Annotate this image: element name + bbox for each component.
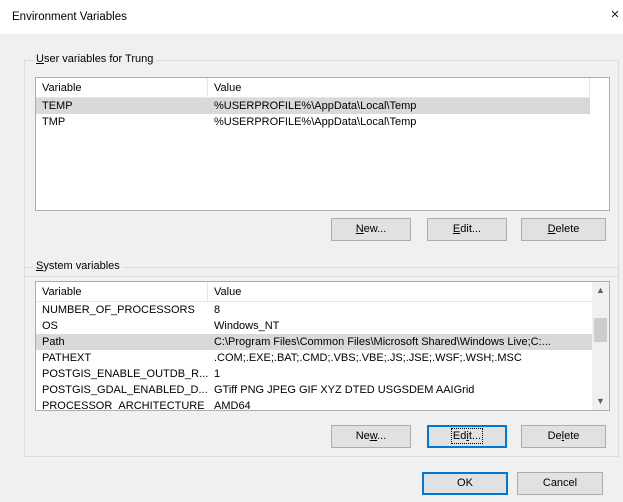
close-icon[interactable]: × (607, 6, 623, 24)
system-new-button[interactable]: New... (331, 425, 411, 448)
column-divider[interactable] (207, 282, 208, 302)
user-new-button[interactable]: New... (331, 218, 411, 241)
system-variables-group: System variables Variable Value NUMBER_O… (24, 260, 619, 457)
variable-value: 1 (214, 368, 221, 380)
cancel-button[interactable]: Cancel (517, 472, 603, 495)
variable-name: PROCESSOR_ARCHITECTURE (42, 400, 205, 411)
variable-name: PATHEXT (42, 352, 92, 364)
scroll-down-icon[interactable]: ▼ (592, 393, 609, 410)
list-row[interactable]: TMP %USERPROFILE%\AppData\Local\Temp (36, 114, 590, 130)
variable-name: NUMBER_OF_PROCESSORS (42, 304, 195, 316)
system-variables-list[interactable]: Variable Value NUMBER_OF_PROCESSORS 8 OS… (35, 281, 610, 411)
system-variables-label: System variables (33, 260, 123, 272)
column-divider[interactable] (207, 78, 208, 98)
window-title: Environment Variables (12, 11, 127, 23)
scroll-up-icon[interactable]: ▲ (592, 282, 609, 299)
scrollbar-thumb[interactable] (594, 318, 607, 342)
variable-value: .COM;.EXE;.BAT;.CMD;.VBS;.VBE;.JS;.JSE;.… (214, 352, 522, 364)
variable-name: POSTGIS_GDAL_ENABLED_D... (42, 384, 208, 396)
variable-name: TMP (42, 116, 66, 128)
variable-value: Windows_NT (214, 320, 280, 332)
list-row[interactable]: TEMP %USERPROFILE%\AppData\Local\Temp (36, 98, 590, 114)
list-row[interactable]: NUMBER_OF_PROCESSORS 8 (36, 302, 594, 318)
variable-name: OS (42, 320, 58, 332)
column-header-variable[interactable]: Variable (42, 82, 82, 94)
list-row[interactable]: POSTGIS_ENABLE_OUTDB_R... 1 (36, 366, 594, 382)
list-row[interactable]: POSTGIS_GDAL_ENABLED_D... GTiff PNG JPEG… (36, 382, 594, 398)
variable-value: 8 (214, 304, 221, 316)
title-bar: Environment Variables × (0, 0, 623, 34)
vertical-scrollbar[interactable]: ▲ ▼ (592, 282, 609, 410)
ok-button[interactable]: OK (422, 472, 508, 495)
variable-value: %USERPROFILE%\AppData\Local\Temp (214, 100, 417, 112)
list-row[interactable]: OS Windows_NT (36, 318, 594, 334)
column-header-variable[interactable]: Variable (42, 286, 82, 298)
user-list-header: Variable Value (36, 78, 590, 98)
list-row[interactable]: PATHEXT .COM;.EXE;.BAT;.CMD;.VBS;.VBE;.J… (36, 350, 594, 366)
variable-name: POSTGIS_ENABLE_OUTDB_R... (42, 368, 209, 380)
user-edit-button[interactable]: Edit... (427, 218, 507, 241)
column-divider[interactable] (589, 78, 590, 98)
variable-value: %USERPROFILE%\AppData\Local\Temp (214, 116, 417, 128)
user-variables-label: User variables for Trung (33, 53, 157, 65)
variable-name: Path (42, 336, 65, 348)
list-row[interactable]: Path C:\Program Files\Common Files\Micro… (36, 334, 594, 350)
system-list-header: Variable Value (36, 282, 594, 302)
list-row[interactable]: PROCESSOR_ARCHITECTURE AMD64 (36, 398, 594, 411)
system-delete-button[interactable]: Delete (521, 425, 606, 448)
column-header-value[interactable]: Value (214, 286, 241, 298)
column-header-value[interactable]: Value (214, 82, 241, 94)
variable-value: AMD64 (214, 400, 251, 411)
variable-name: TEMP (42, 100, 73, 112)
variable-value: C:\Program Files\Common Files\Microsoft … (214, 336, 551, 348)
user-delete-button[interactable]: Delete (521, 218, 606, 241)
dialog-client-area: User variables for Trung Variable Value … (0, 34, 623, 502)
system-edit-button[interactable]: Edit... (427, 425, 507, 448)
user-variables-group: User variables for Trung Variable Value … (24, 53, 619, 277)
variable-value: GTiff PNG JPEG GIF XYZ DTED USGSDEM AAIG… (214, 384, 475, 396)
user-variables-list[interactable]: Variable Value TEMP %USERPROFILE%\AppDat… (35, 77, 610, 211)
